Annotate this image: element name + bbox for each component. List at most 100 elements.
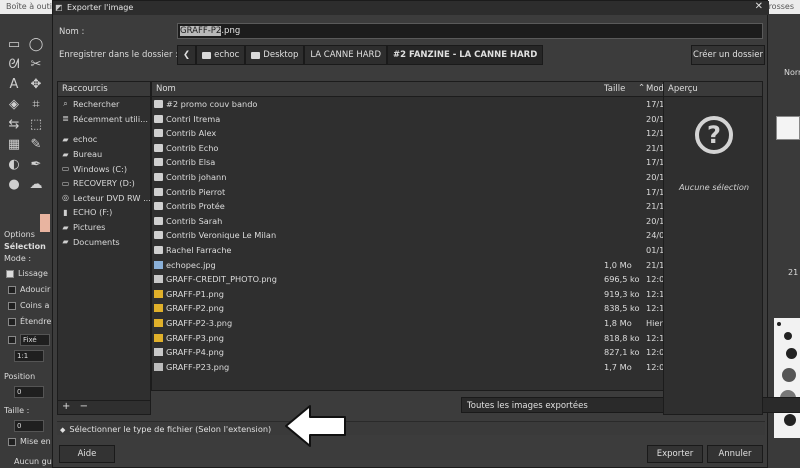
add-bookmark-button[interactable]: + (62, 401, 70, 412)
places-item[interactable]: ≣ Récemment utili... (58, 112, 150, 127)
path-crumb-canne[interactable]: LA CANNE HARD (304, 45, 388, 65)
places-item[interactable]: ▭ Windows (C:) (58, 161, 150, 176)
file-row[interactable]: Contrib Echo21/11/2018 (152, 141, 700, 156)
smudge-tool-icon[interactable]: ☁ (26, 176, 46, 194)
file-row[interactable]: GRAFF-P2.png 838,5 ko 12:17 (152, 301, 700, 316)
ellipse-select-tool-icon[interactable]: ◯ (26, 36, 46, 54)
file-row[interactable]: Contrib Pierrot17/11/2018 (152, 185, 700, 200)
ink-tool-icon[interactable]: ✒ (26, 156, 46, 174)
guides-dropdown[interactable]: Aucun gu (14, 457, 52, 466)
export-button[interactable]: Exporter (647, 445, 703, 463)
path-crumb-desktop[interactable]: Desktop (245, 45, 305, 65)
file-row[interactable]: GRAFF-P23.png 1,7 Mo 12:09 (152, 360, 700, 375)
file-row[interactable]: Rachel Farrache01/11/2018 (152, 243, 700, 258)
folder-icon: ▰ (62, 237, 69, 247)
toolbox-tab[interactable]: Boîte à outils (6, 2, 58, 11)
file-row[interactable]: Contrib johann20/11/2018 (152, 170, 700, 185)
fixed-checkbox[interactable] (8, 336, 16, 344)
file-row[interactable]: Contrib Alex12/10/2018 (152, 126, 700, 141)
path-back-button[interactable]: ❮ (177, 45, 197, 65)
size-label: Taille : (4, 406, 30, 415)
crop-tool-icon[interactable]: ⌗ (26, 96, 46, 114)
file-row[interactable]: echopec.jpg1,0 Mo21/11/2018 (152, 258, 700, 273)
file-row[interactable]: Contrib Veronique Le Milan24/07/2018 (152, 228, 700, 243)
gradient-tool-icon[interactable]: ▦ (4, 136, 24, 154)
flip-tool-icon[interactable]: ⇆ (4, 116, 24, 134)
file-type-expander[interactable]: ◆ Sélectionner le type de fichier (Selon … (57, 421, 765, 435)
places-item[interactable]: ▰ Bureau (58, 147, 150, 162)
column-name[interactable]: Nom (156, 84, 176, 94)
create-folder-button[interactable]: Créer un dossier (691, 45, 765, 65)
remove-bookmark-button[interactable]: − (80, 401, 88, 412)
places-list: ⌕ Rechercher ≣ Récemment utili... ▰ echoc ▰ Bur… (58, 97, 150, 249)
size-field[interactable]: 0 (14, 420, 44, 432)
file-row[interactable]: #2 promo couv bando17/11/2018 (152, 97, 700, 112)
file-row[interactable]: GRAFF-P1.png 919,3 ko 12:13 (152, 287, 700, 302)
move-tool-icon[interactable]: ✥ (26, 76, 46, 94)
rect-select-tool-icon[interactable]: ▭ (4, 36, 24, 54)
feather-checkbox[interactable] (8, 286, 16, 294)
cancel-button[interactable]: Annuler (707, 445, 763, 463)
rounded-corners-checkbox[interactable] (8, 302, 16, 310)
places-item[interactable]: ▰ Documents (58, 234, 150, 249)
name-label: Nom : (59, 27, 85, 37)
file-row[interactable]: GRAFF-P3.png 818,8 ko 12:17 (152, 331, 700, 346)
antialias-checkbox[interactable] (6, 270, 14, 278)
path-crumb-label: echoc (214, 50, 240, 60)
places-item[interactable]: ▮ ECHO (F:) (58, 205, 150, 220)
path-crumb-label: LA CANNE HARD (310, 50, 382, 60)
airbrush-tool-icon[interactable]: ◐ (4, 156, 24, 174)
path-crumb-label: Desktop (263, 50, 299, 60)
scissors-tool-icon[interactable]: ✂ (26, 56, 46, 74)
file-size: 818,8 ko (604, 332, 640, 343)
file-row[interactable]: Contrib Elsa17/11/2018 (152, 155, 700, 170)
file-row[interactable]: GRAFF-P2-3.png1,8 MoHier à 10:16 (152, 316, 700, 331)
places-item[interactable]: ▰ Pictures (58, 220, 150, 235)
dodge-tool-icon[interactable]: ● (4, 176, 24, 194)
folder-icon (154, 172, 163, 181)
image-file-icon (154, 362, 163, 371)
file-name: GRAFF-P23.png (166, 361, 230, 372)
fixed-dropdown[interactable]: Fixé (20, 334, 50, 346)
color-swatch[interactable] (40, 214, 50, 232)
ratio-field[interactable]: 1:1 (14, 350, 44, 362)
help-button[interactable]: Aide (59, 445, 115, 463)
file-row[interactable]: GRAFF-CREDIT_PHOTO.png 696,5 ko 12:09 (152, 272, 700, 287)
expander-triangle-icon: ◆ (60, 426, 66, 434)
file-row[interactable]: Contrib Sarah20/11/2018 (152, 214, 700, 229)
places-item[interactable]: ◎ Lecteur DVD RW ... (58, 191, 150, 206)
places-item[interactable]: ⌕ Rechercher (58, 97, 150, 112)
file-size: 1,7 Mo (604, 361, 632, 372)
pencil-tool-icon[interactable]: ✎ (26, 136, 46, 154)
filename-input[interactable]: GRAFF-P2.png (177, 23, 763, 39)
expand-checkbox[interactable] (8, 318, 16, 326)
file-row[interactable]: Contrib Protée21/11/2018 (152, 199, 700, 214)
position-field[interactable]: 0 (14, 386, 44, 398)
highlight-checkbox[interactable] (8, 438, 16, 446)
selection-section-label: Sélection (4, 242, 46, 251)
file-name: Contri Itrema (166, 113, 221, 124)
sort-up-icon[interactable]: ⌃ (638, 83, 645, 93)
places-item[interactable]: ▰ echoc (58, 132, 150, 147)
dialog-titlebar[interactable]: ◩ Exporter l'image ✕ (53, 1, 769, 15)
places-item[interactable]: ▭ RECOVERY (D:) (58, 176, 150, 191)
free-select-tool-icon[interactable]: ᘛ (4, 56, 24, 74)
file-row[interactable]: GRAFF-P4.png 827,1 ko 12:09 (152, 345, 700, 360)
file-row[interactable]: Contri Itrema20/11/2018 (152, 112, 700, 127)
column-size[interactable]: Taille (604, 84, 625, 94)
close-icon[interactable]: ✕ (755, 1, 763, 12)
places-item-label: Documents (73, 236, 120, 247)
layer-mode-label[interactable]: Norm (784, 68, 800, 77)
cage-tool-icon[interactable]: ⬚ (26, 116, 46, 134)
text-tool-icon[interactable]: A (4, 76, 24, 94)
file-type-label: Sélectionner le type de fichier (Selon l… (69, 424, 272, 434)
folder-icon (154, 231, 163, 240)
brushes-grid[interactable] (774, 318, 800, 438)
layer-thumbnail[interactable] (776, 116, 800, 140)
path-crumb-current[interactable]: #2 FANZINE - LA CANNE HARD (387, 45, 544, 65)
bucket-fill-tool-icon[interactable]: ◈ (4, 96, 24, 114)
brush-preview (777, 322, 781, 326)
folder-icon (154, 114, 163, 123)
position-label: Position (4, 372, 36, 381)
path-crumb-home[interactable]: echoc (196, 45, 246, 65)
